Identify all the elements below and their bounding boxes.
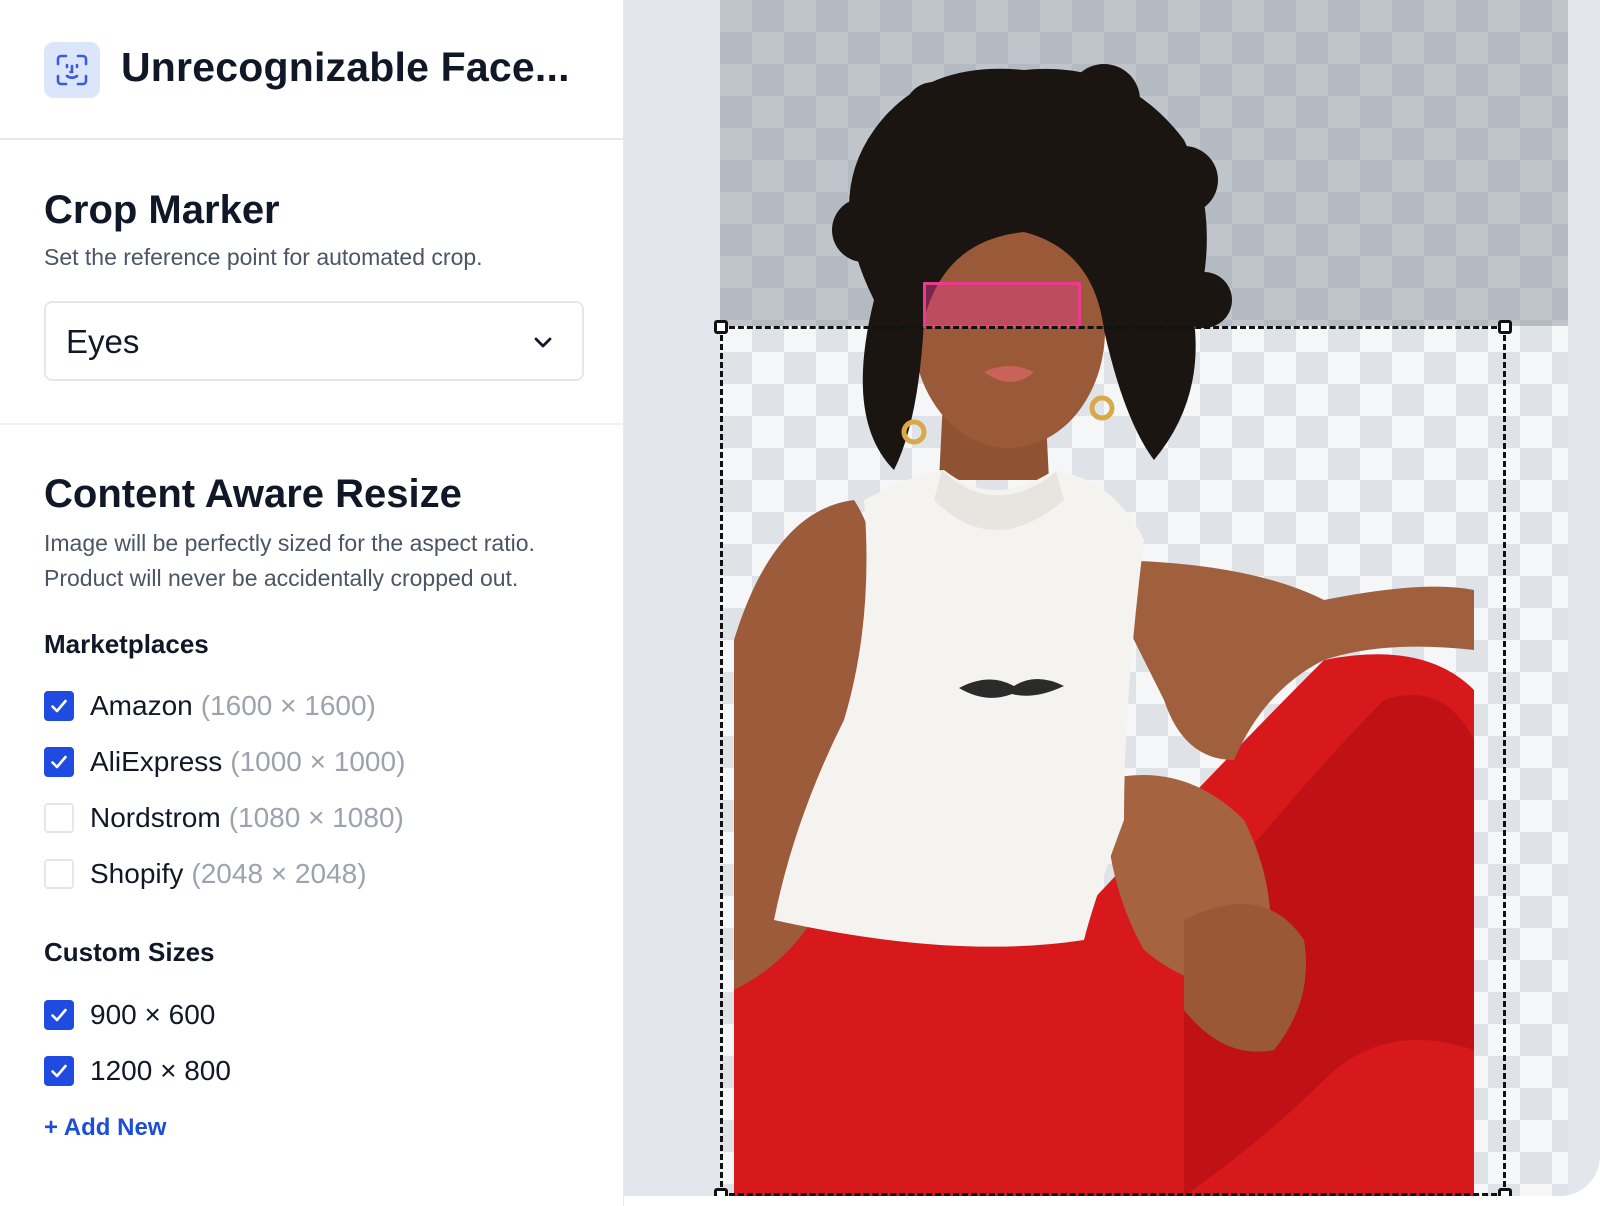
crop-handle-bottom-right[interactable] — [1498, 1188, 1512, 1196]
custom-sizes-heading: Custom Sizes — [44, 937, 215, 967]
marketplace-label: AliExpress — [90, 746, 223, 777]
marketplace-option-shopify[interactable]: Shopify (2048 × 2048) — [44, 856, 367, 892]
section-divider — [0, 423, 624, 425]
checkmark-icon — [51, 755, 67, 769]
checkbox-checked[interactable] — [44, 747, 74, 777]
image-preview-canvas[interactable] — [624, 0, 1600, 1196]
checkmark-icon — [51, 699, 67, 713]
settings-sidebar: Unrecognizable Face... Crop Marker Set t… — [0, 0, 624, 1206]
checkbox-checked[interactable] — [44, 1056, 74, 1086]
marketplace-label: Amazon — [90, 690, 193, 721]
crop-marker-title: Crop Marker — [44, 188, 280, 232]
marketplaces-heading: Marketplaces — [44, 629, 209, 659]
crop-marker-description: Set the reference point for automated cr… — [44, 244, 483, 270]
crop-handle-bottom-left[interactable] — [714, 1188, 728, 1196]
marketplace-size: (1080 × 1080) — [228, 802, 404, 833]
content-aware-description-line1: Image will be perfectly sized for the as… — [44, 530, 535, 556]
custom-size-option[interactable]: 900 × 600 — [44, 997, 215, 1033]
eyes-marker-box[interactable] — [923, 282, 1081, 328]
custom-size-option[interactable]: 1200 × 800 — [44, 1053, 231, 1089]
crop-marker-selected-value: Eyes — [66, 323, 140, 360]
custom-size-label: 900 × 600 — [90, 999, 216, 1030]
content-aware-description-line2: Product will never be accidentally cropp… — [44, 565, 519, 591]
checkmark-icon — [51, 1008, 67, 1022]
face-scan-icon — [44, 42, 100, 98]
checkbox-unchecked[interactable] — [44, 803, 74, 833]
marketplace-option-nordstrom[interactable]: Nordstrom (1080 × 1080) — [44, 800, 404, 836]
crop-marker-select[interactable]: Eyes — [44, 301, 584, 381]
chevron-down-icon — [532, 331, 554, 358]
crop-frame[interactable] — [714, 320, 1512, 1196]
app-title: Unrecognizable Face... — [121, 44, 570, 90]
crop-handle-top-left[interactable] — [714, 320, 728, 334]
custom-size-label: 1200 × 800 — [90, 1055, 231, 1086]
marketplace-label: Shopify — [90, 858, 184, 889]
marketplace-option-aliexpress[interactable]: AliExpress (1000 × 1000) — [44, 744, 405, 780]
checkbox-checked[interactable] — [44, 691, 74, 721]
marketplace-size: (1600 × 1600) — [200, 690, 376, 721]
checkmark-icon — [51, 1064, 67, 1078]
marketplace-option-amazon[interactable]: Amazon (1600 × 1600) — [44, 688, 376, 724]
checkbox-checked[interactable] — [44, 1000, 74, 1030]
crop-handle-top-right[interactable] — [1498, 320, 1512, 334]
add-new-size-link[interactable]: + Add New — [44, 1114, 166, 1142]
content-aware-title: Content Aware Resize — [44, 472, 462, 516]
marketplace-size: (2048 × 2048) — [191, 858, 367, 889]
checkbox-unchecked[interactable] — [44, 859, 74, 889]
app-header: Unrecognizable Face... — [0, 0, 624, 140]
marketplace-label: Nordstrom — [90, 802, 221, 833]
marketplace-size: (1000 × 1000) — [230, 746, 406, 777]
